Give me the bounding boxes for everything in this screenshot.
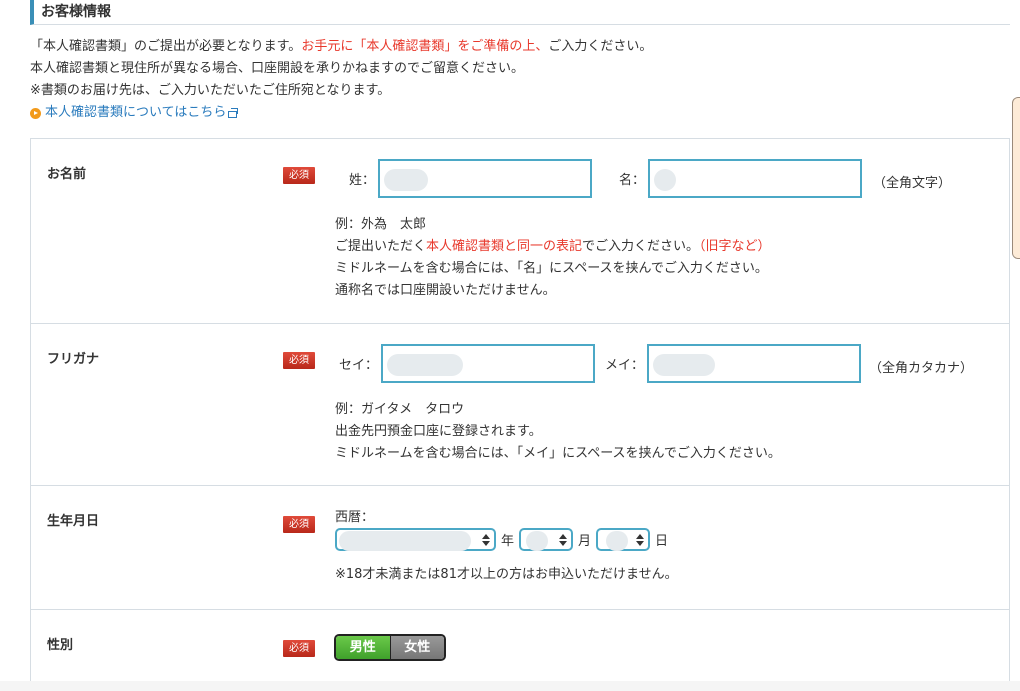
form-row-furigana: フリガナ 必須 セイ： メイ： （全角カタカナ） 例：ガイタメ タロウ 出金先円… bbox=[31, 324, 1009, 486]
form-row-gender: 性別 必須 男性 女性 bbox=[31, 610, 1009, 684]
birth-month-select[interactable] bbox=[519, 528, 574, 551]
last-name-input[interactable] bbox=[378, 159, 593, 198]
gender-option-male[interactable]: 男性 bbox=[336, 636, 391, 659]
last-kana-input[interactable] bbox=[381, 344, 596, 383]
page-bottom-area bbox=[0, 681, 1020, 691]
gender-option-female[interactable]: 女性 bbox=[390, 636, 444, 659]
external-link-icon bbox=[228, 107, 239, 118]
first-kana-label: メイ： bbox=[605, 358, 645, 373]
section-heading: お客様情報 bbox=[30, 0, 1010, 25]
intro-text-part: 「本人確認書類」のご提出が必要となります。 bbox=[30, 39, 302, 54]
hint-warning: 本人確認書類と同一の表記 bbox=[426, 239, 583, 254]
intro-text: 「本人確認書類」のご提出が必要となります。お手元に「本人確認書類」をご準備の上、… bbox=[30, 36, 652, 124]
furigana-bank-hint: 出金先円預金口座に登録されます。 bbox=[335, 424, 542, 439]
redacted-value bbox=[384, 169, 429, 191]
arrow-bullet-icon bbox=[30, 107, 41, 119]
select-arrows-icon bbox=[482, 533, 490, 547]
row-label-name: お名前 bbox=[47, 167, 87, 182]
intro-text-part: ご入力ください。 bbox=[548, 39, 653, 54]
birthdate-age-note: ※18才未満または81才以上の方はお申込いただけません。 bbox=[335, 567, 678, 582]
side-tab[interactable] bbox=[1012, 97, 1020, 259]
required-badge: 必須 bbox=[283, 640, 315, 657]
redacted-value bbox=[654, 169, 677, 191]
select-arrows-icon bbox=[559, 533, 568, 547]
row-label-gender: 性別 bbox=[47, 638, 74, 653]
name-format-note: （全角文字） bbox=[873, 176, 952, 191]
required-badge: 必須 bbox=[283, 352, 315, 369]
redacted-value bbox=[606, 531, 629, 551]
last-kana-field: セイ： bbox=[339, 344, 596, 383]
month-suffix: 月 bbox=[578, 534, 592, 549]
customer-form: お名前 必須 姓： 名： （全角文字） 例：外為 太郎 ご提出いただく本人確認書… bbox=[30, 138, 1010, 684]
name-hint-line: ご提出いただく本人確認書類と同一の表記でご入力ください。（旧字など） bbox=[335, 236, 771, 258]
birth-day-select[interactable] bbox=[596, 528, 651, 551]
year-suffix: 年 bbox=[501, 534, 515, 549]
id-document-link[interactable]: 本人確認書類についてはこちら bbox=[30, 102, 652, 124]
name-alias-hint: 通称名では口座開設いただけません。 bbox=[335, 283, 556, 298]
first-name-label: 名： bbox=[619, 173, 646, 188]
last-name-field: 姓： bbox=[349, 159, 593, 198]
redacted-value bbox=[526, 531, 549, 551]
kana-format-note: （全角カタカナ） bbox=[869, 361, 974, 376]
intro-line-3: ※書類のお届け先は、ご入力いただいたご住所宛となります。 bbox=[30, 83, 391, 98]
birth-year-select[interactable] bbox=[335, 528, 496, 551]
first-name-field: 名： bbox=[619, 159, 863, 198]
hint-text: でご入力ください。 bbox=[582, 239, 700, 254]
birthdate-selects: 年 月 日 bbox=[335, 528, 673, 551]
select-arrows-icon bbox=[636, 533, 645, 547]
furigana-hint: 例：ガイタメ タロウ 出金先円預金口座に登録されます。 ミドルネームを含む場合に… bbox=[335, 399, 781, 465]
id-document-link-text[interactable]: 本人確認書類についてはこちら bbox=[45, 102, 226, 124]
day-suffix: 日 bbox=[655, 534, 669, 549]
intro-warning: お手元に「本人確認書類」をご準備の上、 bbox=[301, 39, 549, 54]
intro-line-1: 「本人確認書類」のご提出が必要となります。お手元に「本人確認書類」をご準備の上、… bbox=[30, 36, 652, 58]
era-label: 西暦： bbox=[335, 510, 375, 525]
row-label-birthdate: 生年月日 bbox=[47, 514, 100, 529]
hint-text: ご提出いただく bbox=[335, 239, 427, 254]
name-hint: 例：外為 太郎 ご提出いただく本人確認書類と同一の表記でご入力ください。（旧字な… bbox=[335, 214, 771, 302]
furigana-middle-hint: ミドルネームを含む場合には、「メイ」にスペースを挟んでご入力ください。 bbox=[335, 446, 781, 461]
last-kana-label: セイ： bbox=[339, 358, 379, 373]
required-badge: 必須 bbox=[283, 167, 315, 184]
furigana-example: 例：ガイタメ タロウ bbox=[335, 402, 465, 417]
hint-warning: （旧字など） bbox=[699, 239, 771, 254]
form-row-name: お名前 必須 姓： 名： （全角文字） 例：外為 太郎 ご提出いただく本人確認書… bbox=[31, 139, 1009, 324]
redacted-value bbox=[339, 531, 471, 551]
form-row-birthdate: 生年月日 必須 西暦： 年 月 日 ※18才未満または81才以上の方はお申込いた… bbox=[31, 486, 1009, 610]
name-example: 例：外為 太郎 bbox=[335, 217, 427, 232]
gender-toggle[interactable]: 男性 女性 bbox=[334, 634, 446, 661]
row-label-furigana: フリガナ bbox=[47, 352, 100, 367]
last-name-label: 姓： bbox=[349, 173, 376, 188]
first-kana-input[interactable] bbox=[647, 344, 862, 383]
name-middle-hint: ミドルネームを含む場合には、「名」にスペースを挟んでご入力ください。 bbox=[335, 261, 768, 276]
first-name-input[interactable] bbox=[648, 159, 863, 198]
required-badge: 必須 bbox=[283, 516, 315, 533]
intro-line-2: 本人確認書類と現住所が異なる場合、口座開設を承りかねますのでご留意ください。 bbox=[30, 61, 525, 76]
redacted-value bbox=[653, 354, 716, 376]
redacted-value bbox=[387, 354, 464, 376]
first-kana-field: メイ： bbox=[605, 344, 862, 383]
